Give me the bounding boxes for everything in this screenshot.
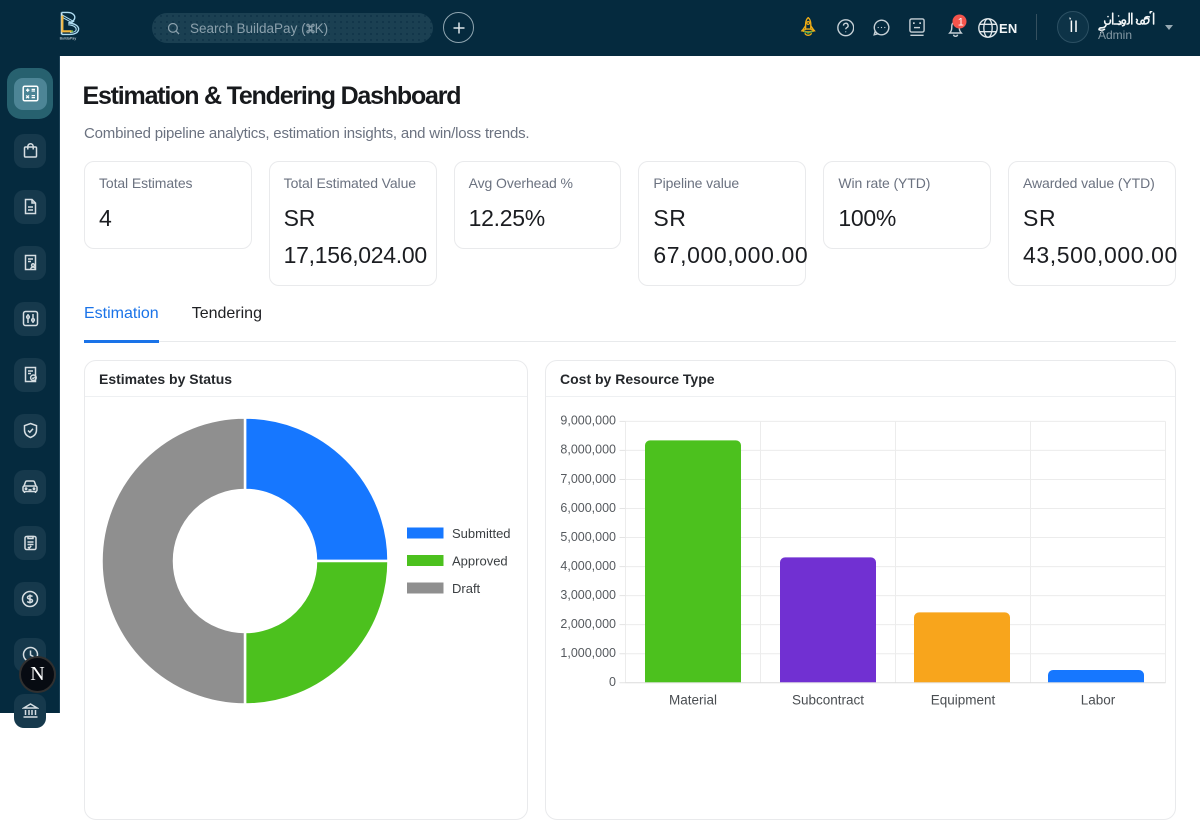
svg-text:Equipment: Equipment — [931, 693, 996, 708]
svg-text:Draft: Draft — [452, 581, 481, 596]
svg-text:4,000,000: 4,000,000 — [560, 559, 616, 573]
svg-text:Approved: Approved — [452, 554, 508, 569]
svg-text:5,000,000: 5,000,000 — [560, 530, 616, 544]
svg-text:1,000,000: 1,000,000 — [560, 646, 616, 660]
svg-text:1: 1 — [958, 17, 964, 29]
svg-text:Labor: Labor — [1081, 693, 1116, 708]
svg-text:Submitted: Submitted — [452, 526, 511, 541]
svg-text:BuildaPay: BuildaPay — [60, 37, 77, 41]
svg-text:6,000,000: 6,000,000 — [560, 501, 616, 515]
svg-text:8,000,000: 8,000,000 — [560, 443, 616, 457]
svg-text:2,000,000: 2,000,000 — [560, 617, 616, 631]
svg-text:9,000,000: 9,000,000 — [560, 414, 616, 428]
svg-text:Subcontract: Subcontract — [792, 693, 864, 708]
svg-text:7,000,000: 7,000,000 — [560, 472, 616, 486]
svg-text:0: 0 — [609, 675, 616, 689]
svg-text:Material: Material — [669, 693, 717, 708]
svg-text:3,000,000: 3,000,000 — [560, 588, 616, 602]
